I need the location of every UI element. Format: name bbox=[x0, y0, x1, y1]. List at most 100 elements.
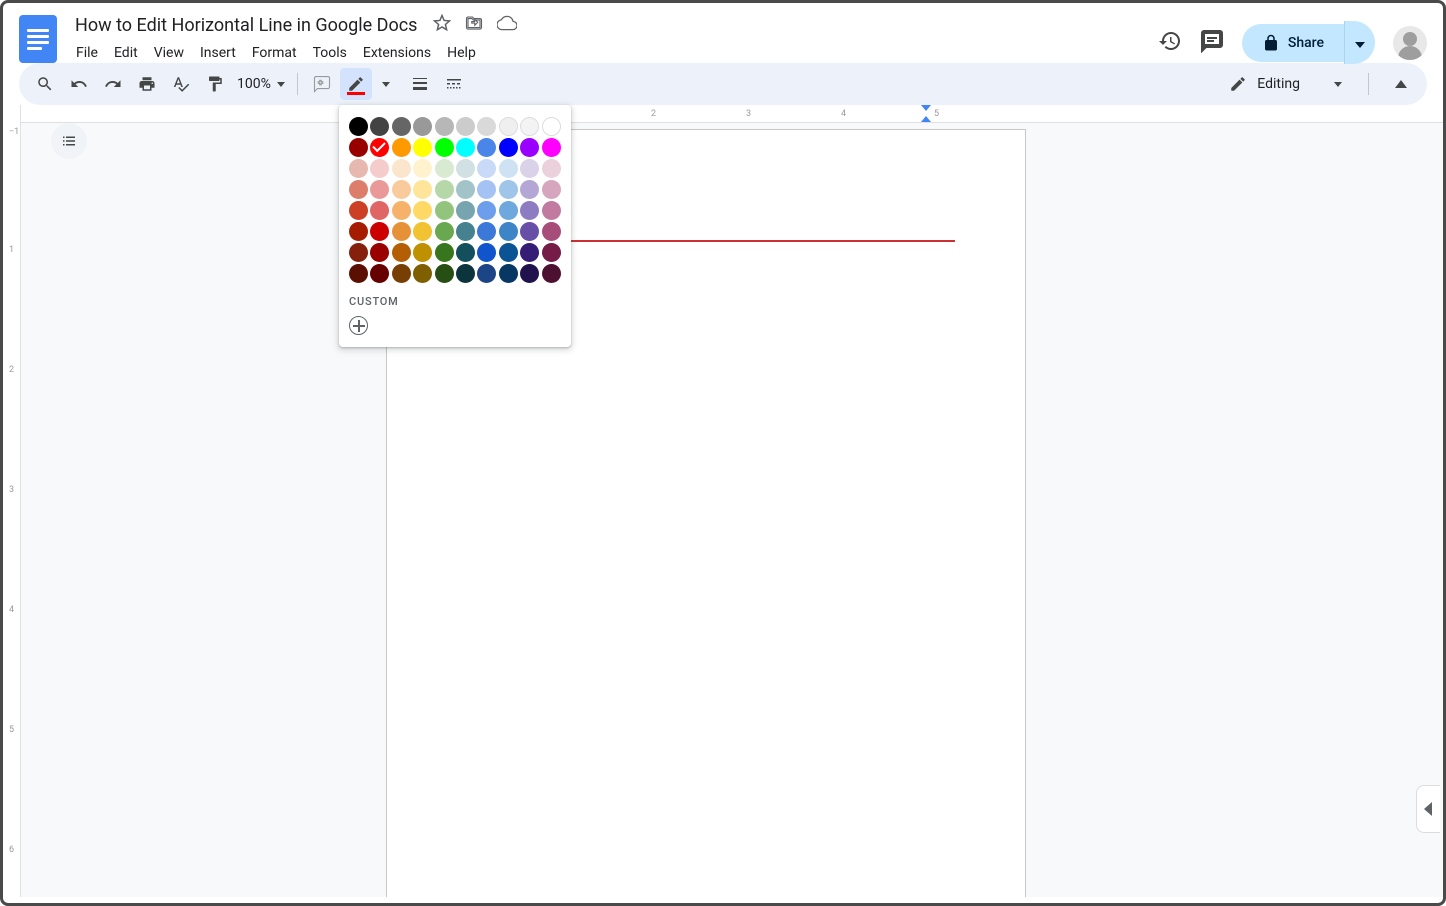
color-swatch[interactable] bbox=[456, 243, 475, 262]
color-swatch[interactable] bbox=[456, 222, 475, 241]
color-swatch[interactable] bbox=[435, 201, 454, 220]
menu-tools[interactable]: Tools bbox=[306, 41, 354, 65]
comments-icon[interactable] bbox=[1200, 29, 1224, 57]
color-swatch[interactable] bbox=[477, 264, 496, 283]
color-swatch[interactable] bbox=[349, 138, 368, 157]
color-swatch[interactable] bbox=[456, 264, 475, 283]
redo-icon[interactable] bbox=[97, 68, 129, 100]
color-swatch[interactable] bbox=[542, 117, 561, 136]
color-swatch[interactable] bbox=[413, 138, 432, 157]
color-swatch[interactable] bbox=[499, 180, 518, 199]
color-swatch[interactable] bbox=[477, 117, 496, 136]
color-swatch[interactable] bbox=[435, 117, 454, 136]
color-swatch[interactable] bbox=[349, 159, 368, 178]
color-swatch[interactable] bbox=[413, 222, 432, 241]
spellcheck-icon[interactable] bbox=[165, 68, 197, 100]
color-swatch[interactable] bbox=[520, 264, 539, 283]
color-swatch[interactable] bbox=[392, 264, 411, 283]
color-swatch[interactable] bbox=[370, 201, 389, 220]
color-swatch[interactable] bbox=[542, 264, 561, 283]
share-button[interactable]: Share bbox=[1242, 24, 1344, 62]
color-swatch[interactable] bbox=[456, 201, 475, 220]
outline-toggle[interactable] bbox=[51, 123, 87, 159]
print-icon[interactable] bbox=[131, 68, 163, 100]
menu-help[interactable]: Help bbox=[440, 41, 483, 65]
color-swatch[interactable] bbox=[392, 159, 411, 178]
border-color-dropdown[interactable] bbox=[370, 68, 402, 100]
color-swatch[interactable] bbox=[456, 159, 475, 178]
color-swatch[interactable] bbox=[499, 117, 518, 136]
color-swatch[interactable] bbox=[520, 222, 539, 241]
color-swatch[interactable] bbox=[435, 222, 454, 241]
collapse-toolbar-icon[interactable] bbox=[1385, 68, 1417, 100]
color-swatch[interactable] bbox=[413, 180, 432, 199]
color-swatch[interactable] bbox=[499, 201, 518, 220]
color-swatch[interactable] bbox=[542, 138, 561, 157]
avatar[interactable] bbox=[1393, 26, 1427, 60]
color-swatch[interactable] bbox=[520, 159, 539, 178]
star-icon[interactable] bbox=[433, 14, 451, 36]
docs-app-icon[interactable] bbox=[19, 15, 57, 63]
menu-view[interactable]: View bbox=[147, 41, 191, 65]
color-swatch[interactable] bbox=[413, 243, 432, 262]
color-swatch[interactable] bbox=[392, 138, 411, 157]
color-swatch[interactable] bbox=[413, 264, 432, 283]
indent-marker-right[interactable] bbox=[921, 105, 931, 111]
color-swatch[interactable] bbox=[349, 201, 368, 220]
indent-marker-right-bottom[interactable] bbox=[921, 116, 931, 122]
color-swatch[interactable] bbox=[435, 180, 454, 199]
color-swatch[interactable] bbox=[477, 222, 496, 241]
color-swatch[interactable] bbox=[349, 243, 368, 262]
color-swatch[interactable] bbox=[370, 222, 389, 241]
color-swatch[interactable] bbox=[520, 201, 539, 220]
color-swatch[interactable] bbox=[520, 138, 539, 157]
color-swatch[interactable] bbox=[477, 180, 496, 199]
color-swatch[interactable] bbox=[477, 138, 496, 157]
color-swatch[interactable] bbox=[370, 243, 389, 262]
color-swatch[interactable] bbox=[349, 264, 368, 283]
cloud-done-icon[interactable] bbox=[497, 13, 517, 37]
menu-insert[interactable]: Insert bbox=[193, 41, 243, 65]
color-swatch[interactable] bbox=[392, 222, 411, 241]
color-swatch[interactable] bbox=[435, 264, 454, 283]
paint-format-icon[interactable] bbox=[199, 68, 231, 100]
color-swatch[interactable] bbox=[413, 117, 432, 136]
color-swatch[interactable] bbox=[477, 243, 496, 262]
color-swatch[interactable] bbox=[392, 117, 411, 136]
side-panel-toggle[interactable] bbox=[1416, 785, 1440, 833]
color-swatch[interactable] bbox=[499, 243, 518, 262]
move-to-folder-icon[interactable] bbox=[465, 14, 483, 36]
color-swatch[interactable] bbox=[542, 222, 561, 241]
color-swatch[interactable] bbox=[435, 138, 454, 157]
menu-file[interactable]: File bbox=[69, 41, 105, 65]
color-swatch[interactable] bbox=[349, 180, 368, 199]
search-icon[interactable] bbox=[29, 68, 61, 100]
history-icon[interactable] bbox=[1158, 29, 1182, 57]
color-swatch[interactable] bbox=[542, 180, 561, 199]
color-swatch[interactable] bbox=[413, 201, 432, 220]
color-swatch[interactable] bbox=[435, 243, 454, 262]
color-swatch[interactable] bbox=[499, 159, 518, 178]
color-swatch[interactable] bbox=[392, 180, 411, 199]
share-dropdown[interactable] bbox=[1344, 21, 1375, 64]
menu-format[interactable]: Format bbox=[245, 41, 304, 65]
color-swatch[interactable] bbox=[349, 222, 368, 241]
color-swatch[interactable] bbox=[392, 243, 411, 262]
color-swatch[interactable] bbox=[392, 201, 411, 220]
color-swatch[interactable] bbox=[499, 222, 518, 241]
color-swatch[interactable] bbox=[542, 201, 561, 220]
color-swatch[interactable] bbox=[542, 159, 561, 178]
color-swatch[interactable] bbox=[477, 159, 496, 178]
color-swatch[interactable] bbox=[499, 264, 518, 283]
border-weight-icon[interactable] bbox=[404, 68, 436, 100]
color-swatch[interactable] bbox=[349, 117, 368, 136]
color-swatch[interactable] bbox=[542, 243, 561, 262]
zoom-select[interactable]: 100% bbox=[233, 76, 289, 92]
border-color-button[interactable] bbox=[340, 68, 372, 100]
undo-icon[interactable] bbox=[63, 68, 95, 100]
color-swatch[interactable] bbox=[370, 159, 389, 178]
color-swatch[interactable] bbox=[456, 117, 475, 136]
color-swatch[interactable] bbox=[520, 117, 539, 136]
add-custom-color-button[interactable] bbox=[349, 316, 368, 335]
add-comment-icon[interactable] bbox=[306, 68, 338, 100]
